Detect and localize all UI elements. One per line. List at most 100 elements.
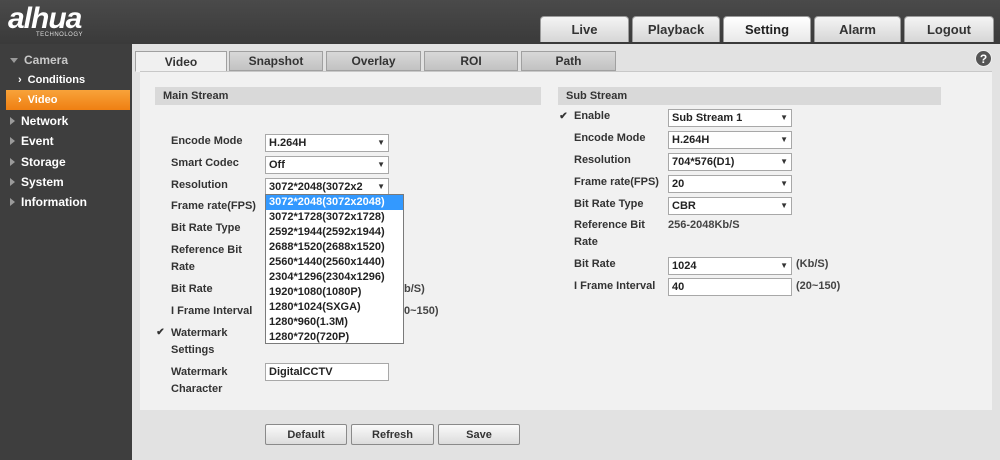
resolution-label: Resolution — [171, 179, 228, 191]
sub-resolution-value: 704*576(D1) — [672, 156, 735, 168]
sub-resolution-label: Resolution — [574, 154, 631, 166]
i-frame-interval-label: I Frame Interval — [171, 305, 253, 317]
sidebar-item-label: Event — [21, 134, 54, 148]
sidebar-item-system[interactable]: System — [0, 172, 132, 192]
collapsed-arrow-icon — [10, 198, 15, 206]
dropdown-arrow-icon: ▼ — [780, 261, 788, 270]
dropdown-arrow-icon: ▼ — [780, 201, 788, 210]
collapsed-arrow-icon — [10, 117, 15, 125]
sidebar-item-label: Information — [21, 195, 87, 209]
bit-rate-label: Bit Rate — [171, 283, 213, 295]
sub-reference-bit-rate-label: Reference Bit — [574, 219, 645, 231]
sub-bit-rate-type-select[interactable]: CBR ▼ — [668, 197, 792, 215]
tab-video[interactable]: Video — [135, 51, 227, 72]
watermark-checkbox[interactable]: ✔ — [155, 327, 166, 338]
chevron-right-icon: › — [18, 94, 22, 106]
nav-logout[interactable]: Logout — [904, 16, 994, 42]
resolution-option[interactable]: 1280*720(720P) — [266, 330, 403, 345]
sub-resolution-select[interactable]: 704*576(D1) ▼ — [668, 153, 792, 171]
sub-reference-bit-rate-value: 256-2048Kb/S — [668, 219, 740, 231]
resolution-option[interactable]: 3072*1728(3072x1728) — [266, 210, 403, 225]
enable-checkbox[interactable]: ✔ — [558, 111, 569, 122]
tab-snapshot[interactable]: Snapshot — [229, 51, 323, 71]
save-button[interactable]: Save — [438, 424, 520, 445]
sub-stream-value: Sub Stream 1 — [672, 112, 743, 124]
sub-bit-rate-select[interactable]: 1024 ▼ — [668, 257, 792, 275]
sub-frame-rate-label: Frame rate(FPS) — [574, 176, 659, 188]
resolution-option[interactable]: 2560*1440(2560x1440) — [266, 255, 403, 270]
collapsed-arrow-icon — [10, 158, 15, 166]
sub-stream-header: Sub Stream — [558, 87, 941, 105]
sidebar-item-video[interactable]: › Video — [6, 90, 130, 110]
nav-live[interactable]: Live — [540, 16, 629, 42]
default-button[interactable]: Default — [265, 424, 347, 445]
frame-rate-label: Frame rate(FPS) — [171, 200, 256, 212]
brand-name: alhua — [8, 2, 82, 35]
resolution-option[interactable]: 1280*1024(SXGA) — [266, 300, 403, 315]
tab-path[interactable]: Path — [521, 51, 616, 71]
help-icon[interactable]: ? — [975, 50, 992, 67]
dropdown-arrow-icon: ▼ — [780, 157, 788, 166]
resolution-value: 3072*2048(3072x2 — [269, 181, 363, 193]
resolution-option[interactable]: 2592*1944(2592x1944) — [266, 225, 403, 240]
nav-playback[interactable]: Playback — [632, 16, 720, 42]
i-frame-interval-range: 0~150) — [404, 305, 439, 317]
refresh-button[interactable]: Refresh — [351, 424, 434, 445]
resolution-option[interactable]: 3072*2048(3072x2048) — [266, 195, 403, 210]
reference-bit-rate-label-line2: Rate — [171, 261, 195, 273]
tab-roi[interactable]: ROI — [424, 51, 518, 71]
smart-codec-select[interactable]: Off ▼ — [265, 156, 389, 174]
nav-setting[interactable]: Setting — [723, 16, 811, 42]
sub-bit-rate-type-label: Bit Rate Type — [574, 198, 644, 210]
sub-frame-rate-value: 20 — [672, 178, 685, 190]
resolution-option[interactable]: 1280*960(1.3M) — [266, 315, 403, 330]
dropdown-arrow-icon: ▼ — [780, 113, 788, 122]
bit-rate-type-label: Bit Rate Type — [171, 222, 241, 234]
expanded-arrow-icon — [10, 57, 18, 63]
sub-encode-mode-label: Encode Mode — [574, 132, 646, 144]
tab-overlay[interactable]: Overlay — [326, 51, 421, 71]
encode-mode-value: H.264H — [269, 137, 307, 149]
sidebar-item-label: Network — [21, 114, 69, 128]
sub-i-frame-interval-label: I Frame Interval — [574, 280, 656, 292]
encode-mode-label: Encode Mode — [171, 135, 243, 147]
sidebar-item-camera[interactable]: Camera — [0, 50, 132, 70]
smart-codec-label: Smart Codec — [171, 157, 239, 169]
brand-logo: alhua TECHNOLOGY — [8, 2, 118, 38]
nav-alarm[interactable]: Alarm — [814, 16, 901, 42]
sub-bit-rate-value: 1024 — [672, 260, 697, 272]
sub-reference-bit-rate-label-line2: Rate — [574, 236, 598, 248]
resolution-option[interactable]: 2688*1520(2688x1520) — [266, 240, 403, 255]
sub-frame-rate-select[interactable]: 20 ▼ — [668, 175, 792, 193]
enable-label: Enable — [574, 110, 611, 122]
resolution-dropdown-list: 3072*2048(3072x2048) 3072*1728(3072x1728… — [265, 194, 404, 344]
resolution-option[interactable]: 1920*1080(1080P) — [266, 285, 403, 300]
sub-stream-select[interactable]: Sub Stream 1 ▼ — [668, 109, 792, 127]
sidebar-item-information[interactable]: Information — [0, 192, 132, 212]
watermark-character-input[interactable]: DigitalCCTV — [265, 363, 389, 381]
sidebar-item-network[interactable]: Network — [0, 111, 132, 131]
sub-i-frame-interval-range: (20~150) — [796, 280, 841, 292]
resolution-option[interactable]: 2304*1296(2304x1296) — [266, 270, 403, 285]
sidebar-item-event[interactable]: Event — [0, 131, 132, 151]
sub-encode-mode-select[interactable]: H.264H ▼ — [668, 131, 792, 149]
sidebar-item-label: Video — [27, 94, 58, 106]
sidebar-item-conditions[interactable]: › Conditions — [0, 70, 132, 90]
main-stream-header: Main Stream — [155, 87, 541, 105]
sidebar-item-storage[interactable]: Storage — [0, 152, 132, 172]
header: alhua TECHNOLOGY Live Playback Setting A… — [0, 0, 1000, 44]
dropdown-arrow-icon: ▼ — [377, 138, 385, 147]
encode-mode-select[interactable]: H.264H ▼ — [265, 134, 389, 152]
reference-bit-rate-label: Reference Bit — [171, 244, 242, 256]
dropdown-arrow-icon: ▼ — [780, 135, 788, 144]
sidebar-item-label: System — [21, 175, 64, 189]
chevron-right-icon: › — [18, 74, 22, 86]
sub-i-frame-interval-input[interactable]: 40 — [668, 278, 792, 296]
dropdown-arrow-icon: ▼ — [377, 182, 385, 191]
sidebar-item-label: Storage — [21, 155, 66, 169]
sub-encode-mode-value: H.264H — [672, 134, 710, 146]
sidebar-item-label: Conditions — [27, 74, 86, 86]
watermark-character-label-line2: Character — [171, 383, 223, 395]
watermark-settings-label: Watermark — [171, 327, 228, 339]
sub-bit-rate-unit: (Kb/S) — [796, 258, 829, 270]
